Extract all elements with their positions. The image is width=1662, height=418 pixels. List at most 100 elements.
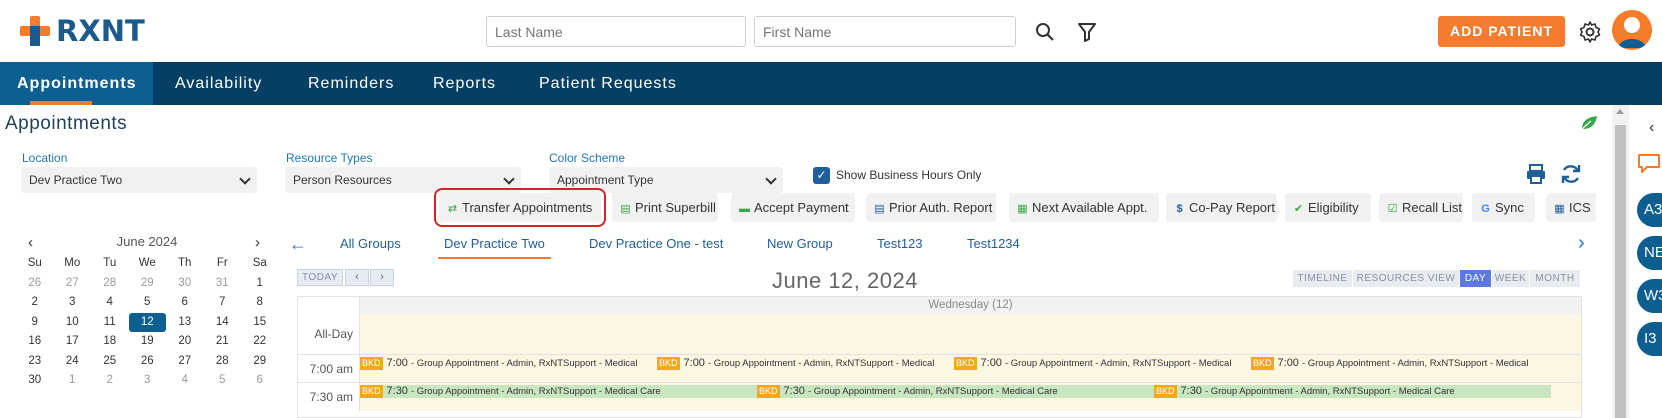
resource-types-select[interactable]: Person Resources [285, 167, 521, 193]
prev-day-button[interactable]: ‹ [345, 269, 369, 286]
nav-reports[interactable]: Reports [416, 62, 513, 105]
prior-auth-report-button[interactable]: ▤ Prior Auth. Report [866, 193, 996, 222]
calendar-day[interactable]: 3 [129, 371, 167, 391]
calendar-day[interactable]: 2 [91, 371, 129, 391]
calendar-day[interactable]: 26 [129, 352, 167, 372]
calendar-day[interactable]: 2 [16, 293, 54, 313]
tab-all-groups[interactable]: All Groups [340, 236, 401, 251]
business-hours-checkbox[interactable]: ✓ [813, 167, 830, 184]
all-day-slot[interactable] [359, 314, 1581, 354]
view-timeline[interactable]: TIMELINE [1293, 270, 1352, 287]
calendar-day[interactable]: 28 [204, 352, 242, 372]
calendar-day[interactable]: 24 [54, 352, 92, 372]
tab-test1234[interactable]: Test1234 [967, 236, 1020, 251]
calendar-day[interactable]: 7 [204, 293, 242, 313]
calendar-day[interactable]: 31 [204, 274, 242, 294]
transfer-appointments-button[interactable]: ⇄ Transfer Appointments [434, 188, 606, 227]
location-select[interactable]: Dev Practice Two [21, 167, 257, 193]
tab-dev-practice-one-test[interactable]: Dev Practice One - test [589, 236, 723, 251]
time-slot[interactable]: BKD 7:00- Group Appointment - Admin, RxNT… [359, 355, 1581, 383]
search-icon[interactable] [1033, 20, 1057, 44]
groups-prev-arrow-icon[interactable]: ← [289, 234, 307, 255]
next-available-appt-button[interactable]: ▦ Next Available Appt. [1009, 193, 1159, 222]
collapse-chevron-icon[interactable]: ‹ [1649, 119, 1654, 137]
calendar-day[interactable]: 5 [129, 293, 167, 313]
chat-icon[interactable] [1637, 152, 1661, 174]
refresh-icon[interactable] [1559, 162, 1583, 186]
next-month-icon[interactable]: › [255, 234, 260, 251]
leaf-icon[interactable] [1580, 115, 1598, 131]
calendar-day[interactable]: 9 [16, 313, 54, 333]
calendar-day[interactable]: 11 [91, 313, 129, 333]
time-slot[interactable]: BKD 7:30- Group Appointment - Admin, RxNT… [359, 383, 1581, 411]
calendar-day[interactable]: 23 [16, 352, 54, 372]
today-button[interactable]: TODAY [297, 269, 343, 286]
color-scheme-select[interactable]: Appointment Type [549, 167, 783, 193]
calendar-day[interactable]: 21 [204, 332, 242, 352]
ics-button[interactable]: ▦ ICS [1546, 193, 1596, 222]
prev-month-icon[interactable]: ‹ [28, 234, 33, 251]
tab-new-group[interactable]: New Group [767, 236, 833, 251]
gear-icon[interactable] [1578, 20, 1602, 44]
calendar-day[interactable]: 12 [128, 312, 166, 332]
view-week[interactable]: WEEK [1492, 270, 1529, 287]
calendar-day[interactable]: 16 [16, 332, 54, 352]
print-superbill-button[interactable]: ▤ Print Superbill [612, 193, 718, 222]
calendar-day[interactable]: 1 [54, 371, 92, 391]
calendar-day[interactable]: 17 [54, 332, 92, 352]
calendar-day[interactable]: 26 [16, 274, 54, 294]
last-name-input[interactable] [486, 16, 746, 47]
calendar-day[interactable]: 5 [204, 371, 242, 391]
nav-availability[interactable]: Availability [158, 62, 279, 105]
calendar-day[interactable]: 15 [241, 313, 279, 333]
tab-dev-practice-two[interactable]: Dev Practice Two [438, 236, 551, 259]
appointment[interactable]: BKD 7:00- Group Appointment - Admin, RxNT… [657, 357, 953, 370]
print-icon[interactable] [1524, 162, 1548, 186]
tab-test123[interactable]: Test123 [877, 236, 923, 251]
calendar-day[interactable]: 25 [91, 352, 129, 372]
recall-list-button[interactable]: ☑ Recall List [1379, 193, 1463, 222]
calendar-day[interactable]: 30 [16, 371, 54, 391]
sync-button[interactable]: G Sync [1472, 193, 1535, 222]
nav-appointments[interactable]: Appointments [0, 62, 153, 105]
view-month[interactable]: MONTH [1530, 270, 1580, 287]
calendar-day[interactable]: 30 [166, 274, 204, 294]
co-pay-report-button[interactable]: $ Co-Pay Report [1166, 193, 1277, 222]
calendar-day[interactable]: 4 [166, 371, 204, 391]
calendar-day[interactable]: 10 [54, 313, 92, 333]
calendar-day[interactable]: 1 [241, 274, 279, 294]
appointment[interactable]: BKD 7:30- Group Appointment - Admin, RxNT… [360, 385, 756, 398]
appointment[interactable]: BKD 7:30- Group Appointment - Admin, RxNT… [757, 385, 1153, 398]
view-day[interactable]: DAY [1460, 270, 1491, 287]
scroll-up-icon[interactable] [1616, 109, 1624, 114]
add-patient-button[interactable]: ADD PATIENT [1438, 16, 1565, 47]
calendar-day[interactable]: 6 [241, 371, 279, 391]
first-name-input[interactable] [754, 16, 1016, 47]
nav-reminders[interactable]: Reminders [291, 62, 411, 105]
accept-payment-button[interactable]: ▬ Accept Payment [731, 193, 855, 222]
calendar-day[interactable]: 13 [166, 313, 204, 333]
calendar-day[interactable]: 29 [241, 352, 279, 372]
calendar-day[interactable]: 22 [241, 332, 279, 352]
calendar-day[interactable]: 27 [54, 274, 92, 294]
calendar-day[interactable]: 14 [204, 313, 242, 333]
appointment[interactable]: BKD 7:00- Group Appointment - Admin, RxNT… [1251, 357, 1551, 370]
eligibility-button[interactable]: ✔ Eligibility [1285, 193, 1371, 222]
calendar-day[interactable]: 20 [166, 332, 204, 352]
calendar-day[interactable]: 18 [91, 332, 129, 352]
appointment[interactable]: BKD 7:00- Group Appointment - Admin, RxNT… [360, 357, 656, 370]
user-avatar[interactable] [1612, 10, 1652, 50]
calendar-day[interactable]: 8 [241, 293, 279, 313]
view-resources[interactable]: RESOURCES VIEW [1353, 270, 1459, 287]
appointment[interactable]: BKD 7:00- Group Appointment - Admin, RxNT… [954, 357, 1250, 370]
next-day-button[interactable]: › [370, 269, 394, 286]
calendar-day[interactable]: 3 [54, 293, 92, 313]
calendar-day[interactable]: 6 [166, 293, 204, 313]
calendar-day[interactable]: 19 [129, 332, 167, 352]
appointment[interactable]: BKD 7:30- Group Appointment - Admin, RxNT… [1154, 385, 1550, 398]
nav-patient-requests[interactable]: Patient Requests [522, 62, 694, 105]
groups-next-chevron-icon[interactable]: › [1578, 232, 1585, 255]
filter-icon[interactable] [1075, 20, 1099, 44]
calendar-day[interactable]: 29 [129, 274, 167, 294]
calendar-day[interactable]: 28 [91, 274, 129, 294]
